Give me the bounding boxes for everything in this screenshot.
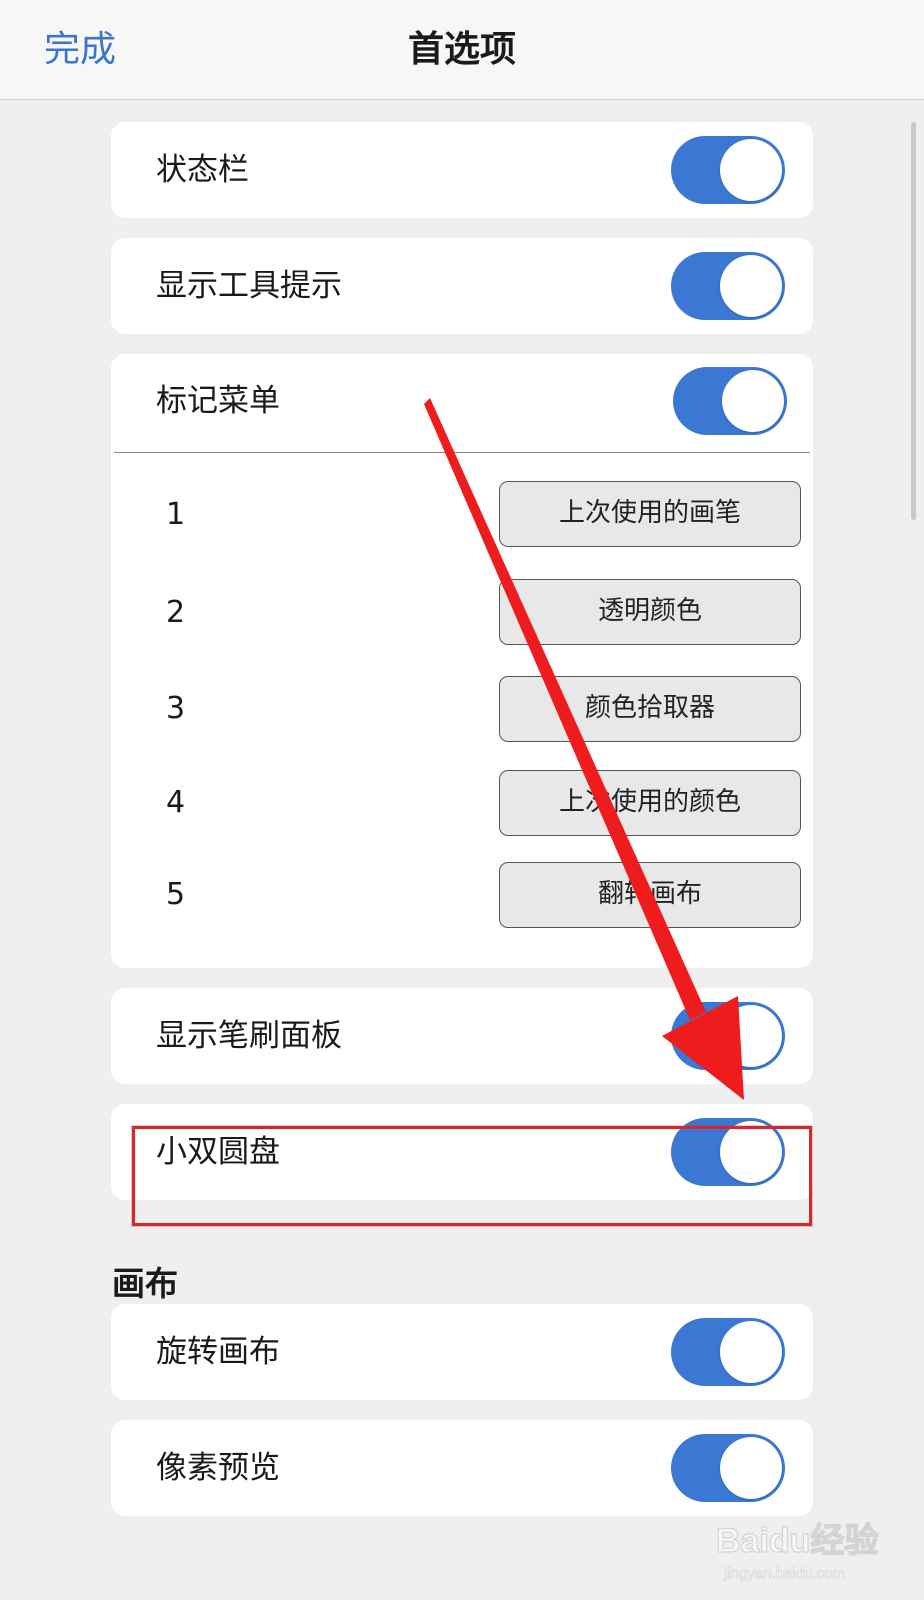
toggle-knob [720, 255, 782, 317]
status-bar-label: 状态栏 [156, 152, 249, 188]
canvas-section-header: 画布 [112, 1264, 178, 1303]
slot-number: 1 [166, 497, 186, 532]
mark-menu-toggle[interactable] [673, 367, 787, 435]
baidu-watermark: Baidu经验 jingyan.baidu.com [715, 1520, 879, 1582]
toggle-knob [720, 139, 782, 201]
rotate-canvas-toggle[interactable] [671, 1318, 785, 1386]
toggle-knob [720, 1321, 782, 1383]
slot-action-button[interactable]: 透明颜色 [499, 579, 801, 645]
pixel-preview-card: 像素预览 [111, 1420, 813, 1516]
brush-panel-toggle[interactable] [671, 1002, 785, 1070]
status-bar-toggle[interactable] [671, 136, 785, 204]
toggle-knob [720, 1005, 782, 1067]
watermark-url: jingyan.baidu.com [723, 1565, 845, 1582]
slot-action-button[interactable]: 颜色拾取器 [499, 676, 801, 742]
tooltips-card: 显示工具提示 [111, 238, 813, 334]
page-title: 首选项 [407, 29, 516, 70]
divider [114, 452, 810, 453]
slot-number: 3 [166, 691, 186, 726]
slot-action-button[interactable]: 上次使用的画笔 [499, 481, 801, 547]
slot-action-button[interactable]: 翻转画布 [499, 862, 801, 928]
toggle-knob [720, 1437, 782, 1499]
mark-menu-label: 标记菜单 [156, 383, 280, 419]
pixel-preview-label: 像素预览 [156, 1450, 280, 1486]
brush-panel-card: 显示笔刷面板 [111, 988, 813, 1084]
brush-panel-label: 显示笔刷面板 [156, 1018, 342, 1054]
watermark-brand: Baidu经验 [716, 1521, 878, 1560]
pixel-preview-toggle[interactable] [671, 1434, 785, 1502]
slot-number: 5 [166, 877, 186, 912]
slot-number: 4 [166, 785, 186, 820]
slot-number: 2 [166, 595, 186, 630]
mark-menu-card: 标记菜单 1 上次使用的画笔 2 透明颜色 3 颜色拾取器 4 上次使用的颜色 … [111, 354, 813, 968]
slot-action-button[interactable]: 上次使用的颜色 [499, 770, 801, 836]
scrollbar[interactable] [911, 122, 916, 520]
rotate-canvas-label: 旋转画布 [156, 1334, 280, 1370]
highlight-box [132, 1126, 812, 1226]
rotate-canvas-card: 旋转画布 [111, 1304, 813, 1400]
navigation-bar: 完成 首选项 [0, 0, 924, 100]
tooltips-toggle[interactable] [671, 252, 785, 320]
tooltips-label: 显示工具提示 [156, 268, 342, 304]
status-bar-card: 状态栏 [111, 122, 813, 218]
toggle-knob [722, 370, 784, 432]
